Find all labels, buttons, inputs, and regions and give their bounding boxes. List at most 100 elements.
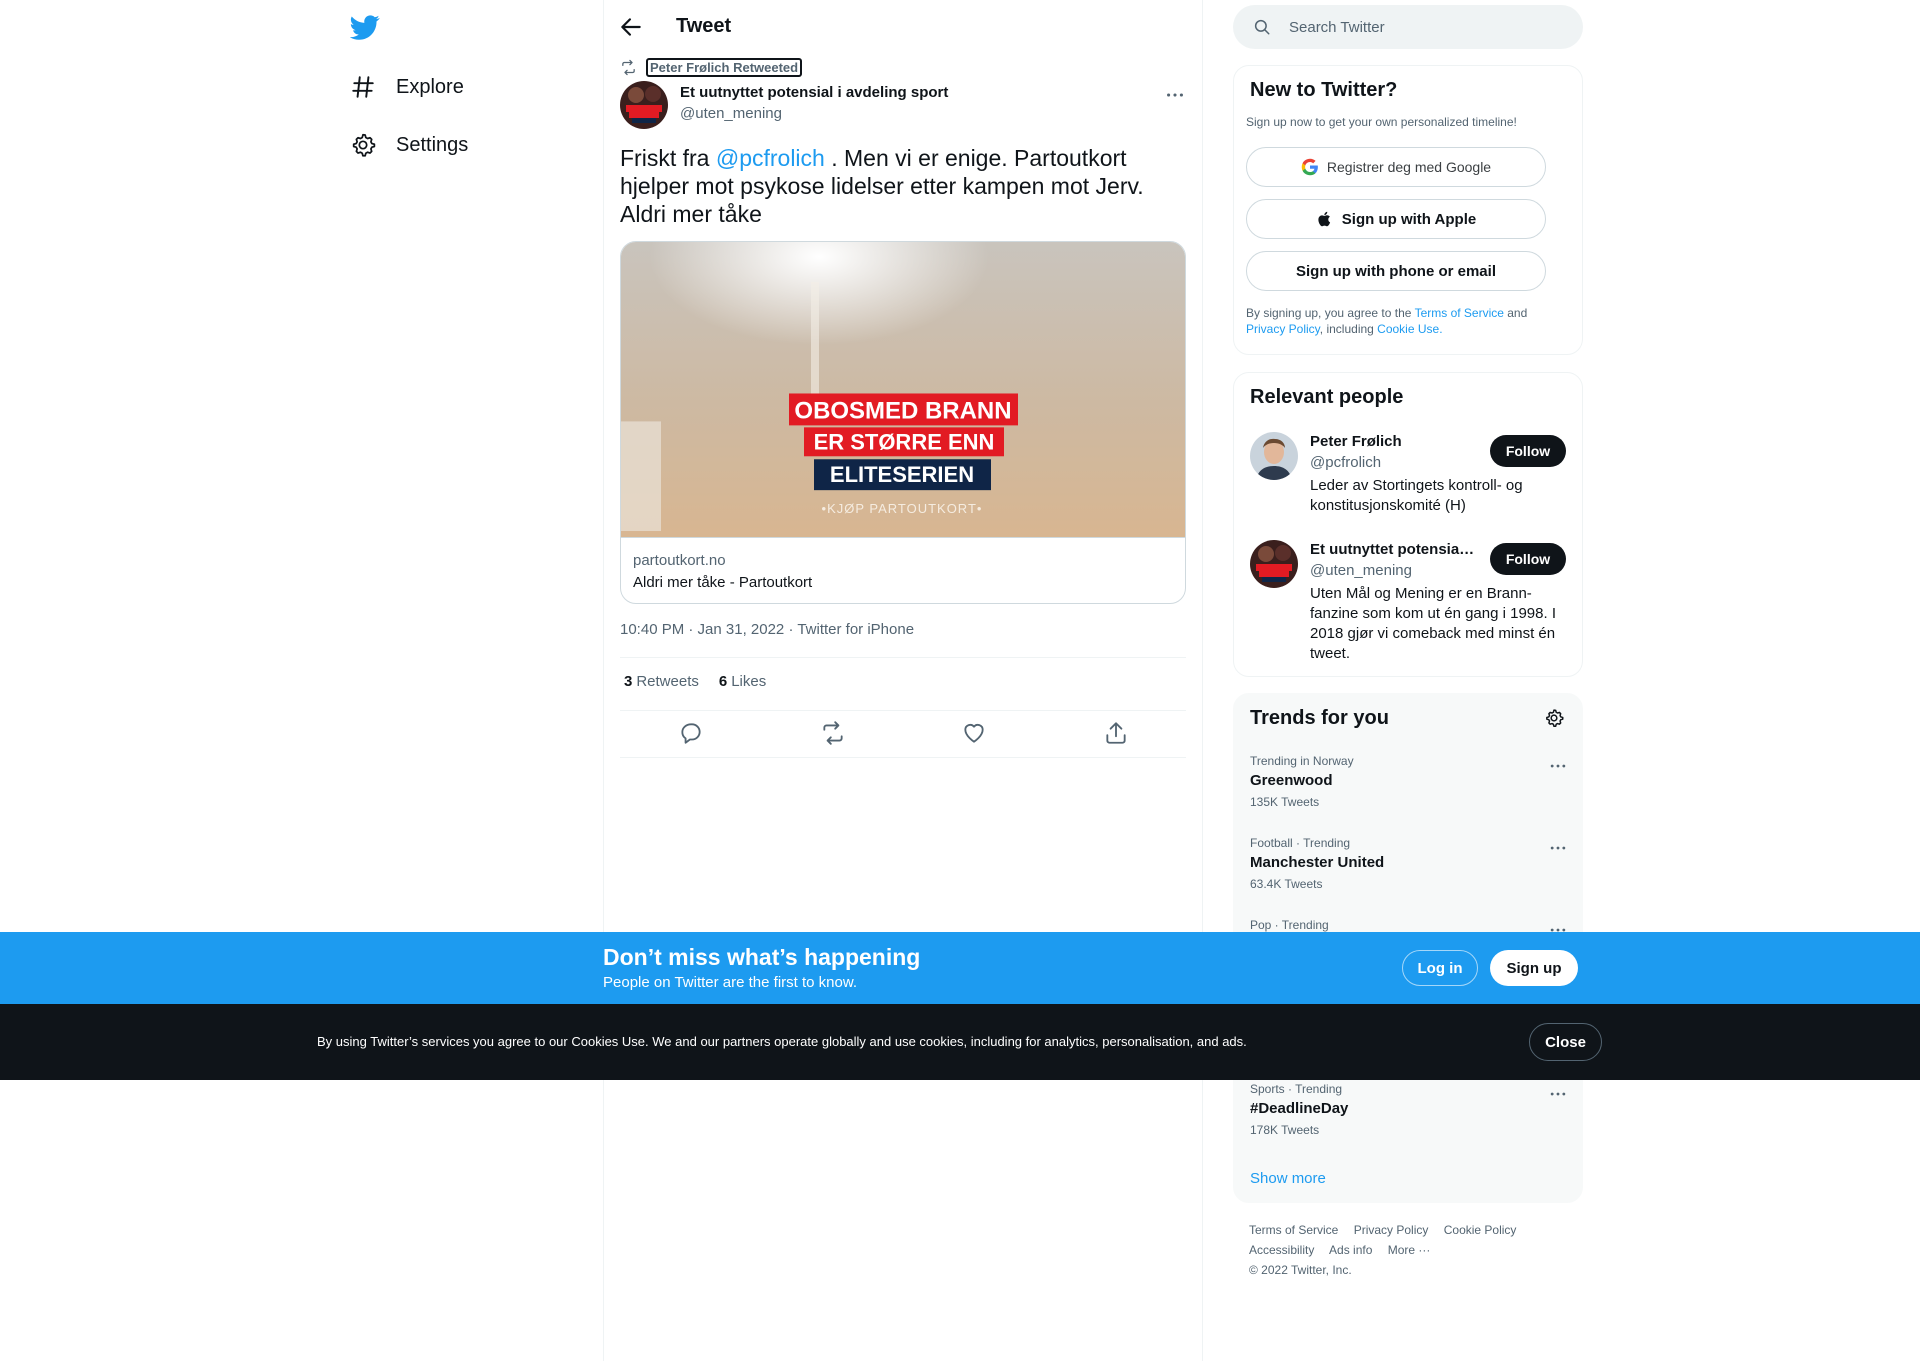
like-heart-icon[interactable] — [961, 720, 987, 746]
footer-link-cookie[interactable]: Cookie Policy — [1444, 1223, 1517, 1237]
new-to-twitter-panel: New to Twitter? Sign up now to get your … — [1233, 65, 1583, 355]
person-avatar[interactable] — [1250, 540, 1298, 588]
gear-icon — [352, 133, 376, 157]
divider — [620, 657, 1186, 658]
tweet-actions — [620, 720, 1186, 748]
tweet-timestamp[interactable]: 10:40 PM · Jan 31, 2022 · Twitter for iP… — [620, 621, 914, 638]
author-handle[interactable]: @uten_mening — [680, 105, 782, 122]
trends-title: Trends for you — [1250, 707, 1389, 729]
new-to-twitter-title: New to Twitter? — [1250, 79, 1398, 101]
google-signup-button[interactable]: Registrer deg med Google — [1246, 147, 1546, 187]
person-avatar-image — [1250, 432, 1298, 480]
retweet-icon[interactable] — [820, 720, 846, 746]
terms-of-service-link[interactable]: Terms of Service — [1415, 306, 1504, 320]
more-options-icon[interactable] — [1548, 756, 1568, 776]
person-bio: Uten Mål og Mening er en Brann-fanzine s… — [1310, 585, 1556, 662]
cookie-use-link[interactable]: Cookie Use. — [1377, 322, 1442, 336]
retweets-stat[interactable]: 3 Retweets — [624, 673, 699, 690]
tweet-text-start: Friskt fra — [620, 145, 716, 171]
tweet-text: Friskt fra @pcfrolich . Men vi er enige.… — [620, 144, 1190, 228]
more-options-icon[interactable] — [1548, 838, 1568, 858]
mention-link[interactable]: @pcfrolich — [716, 145, 825, 171]
log-in-button[interactable]: Log in — [1402, 950, 1478, 986]
author-name[interactable]: Et uutnyttet potensial i avdeling sport — [680, 84, 948, 101]
apple-signup-button[interactable]: Sign up with Apple — [1246, 199, 1546, 239]
nav-label-explore: Explore — [396, 75, 464, 98]
legal-text-part: By signing up, you agree to the — [1246, 306, 1415, 320]
privacy-policy-link[interactable]: Privacy Policy — [1246, 322, 1320, 336]
sidebar-footer: Terms of Service Privacy Policy Cookie P… — [1249, 1220, 1569, 1280]
google-signup-label: Registrer deg med Google — [1326, 159, 1492, 175]
card-title: Aldri mer tåke - Partoutkort — [633, 574, 813, 591]
footer-link-more[interactable]: More ··· — [1388, 1243, 1431, 1257]
legal-text-part: and — [1503, 306, 1528, 320]
trend-count: 135K Tweets — [1250, 795, 1320, 809]
trend-count: 178K Tweets — [1250, 1123, 1320, 1137]
card-image: OBOSMED BRANN ER STØRRE ENN ELITESERIEN … — [621, 242, 1185, 538]
author-avatar[interactable] — [620, 81, 668, 129]
apple-signup-label: Sign up with Apple — [1341, 210, 1477, 228]
trend-item[interactable]: Trending in Norway Greenwood 135K Tweets — [1250, 754, 1568, 824]
trend-context: Trending in Norway — [1250, 754, 1354, 768]
nav-item-settings[interactable]: Settings — [350, 125, 468, 165]
search-input[interactable] — [1289, 5, 1569, 49]
retweets-label: Retweets — [636, 673, 699, 690]
divider — [620, 757, 1186, 758]
relevant-people-panel: Relevant people Peter Frølich @pcfrolich… — [1233, 372, 1583, 677]
main-column: Tweet Peter Frølich Retweeted Et uutnytt… — [603, 0, 1203, 1361]
login-bar-subtitle: People on Twitter are the first to know. — [603, 974, 858, 991]
person-avatar[interactable] — [1250, 432, 1298, 480]
person-handle[interactable]: @pcfrolich — [1310, 454, 1381, 471]
person-name[interactable]: Peter Frølich — [1310, 433, 1475, 450]
login-prompt-bar: Don’t miss what’s happening People on Tw… — [0, 932, 1920, 1004]
nav-item-explore[interactable]: Explore — [350, 67, 464, 107]
card-banner-sub: •KJØP PARTOUTKORT• — [822, 501, 983, 516]
trend-item[interactable]: Sports · Trending #DeadlineDay 178K Twee… — [1250, 1082, 1568, 1152]
gear-icon[interactable] — [1544, 708, 1564, 728]
card-domain: partoutkort.no — [633, 552, 726, 569]
tweet-stats: 3 Retweets 6 Likes — [624, 673, 766, 690]
search-box[interactable] — [1233, 5, 1583, 49]
retweeted-by-link[interactable]: Peter Frølich Retweeted — [646, 58, 803, 77]
search-icon — [1254, 19, 1270, 35]
more-options-icon[interactable] — [1164, 84, 1186, 106]
likes-label: Likes — [731, 673, 767, 690]
likes-stat[interactable]: 6 Likes — [719, 673, 766, 690]
google-logo-icon — [1301, 158, 1318, 176]
trend-item[interactable]: Football · Trending Manchester United 63… — [1250, 836, 1568, 906]
trend-context: Football · Trending — [1250, 836, 1351, 850]
nav-label-settings: Settings — [396, 133, 469, 156]
legal-text-part: , including — [1319, 322, 1378, 336]
footer-copyright: © 2022 Twitter, Inc. — [1249, 1263, 1352, 1277]
person-name[interactable]: Et uutnyttet potensial i avdeling sport — [1310, 541, 1475, 558]
reply-icon[interactable] — [678, 720, 704, 746]
share-icon[interactable] — [1103, 720, 1129, 746]
follow-button[interactable]: Follow — [1490, 543, 1566, 575]
footer-link-privacy[interactable]: Privacy Policy — [1354, 1223, 1429, 1237]
back-arrow-icon[interactable] — [618, 14, 644, 40]
footer-link-accessibility[interactable]: Accessibility — [1249, 1243, 1314, 1257]
cookie-consent-bar: By using Twitter’s services you agree to… — [0, 1004, 1920, 1080]
more-options-icon[interactable] — [1548, 1084, 1568, 1104]
phone-email-signup-label: Sign up with phone or email — [1295, 262, 1496, 280]
footer-link-terms[interactable]: Terms of Service — [1249, 1223, 1338, 1237]
main-header: Tweet — [604, 0, 1202, 53]
sign-up-button[interactable]: Sign up — [1490, 950, 1578, 986]
show-more-link[interactable]: Show more — [1250, 1170, 1326, 1187]
trend-name: #DeadlineDay — [1250, 1100, 1349, 1117]
footer-link-ads-info[interactable]: Ads info — [1329, 1243, 1372, 1257]
login-bar-title: Don’t miss what’s happening — [603, 944, 921, 970]
new-to-twitter-subtitle: Sign up now to get your own personalized… — [1246, 115, 1517, 129]
person-handle[interactable]: @uten_mening — [1310, 562, 1412, 579]
hashtag-icon — [352, 76, 374, 98]
cookie-close-button[interactable]: Close — [1529, 1023, 1602, 1061]
person-avatar-image — [1250, 540, 1298, 588]
retweet-icon — [622, 59, 635, 76]
cookie-text: By using Twitter’s services you agree to… — [317, 1034, 1247, 1049]
link-card[interactable]: OBOSMED BRANN ER STØRRE ENN ELITESERIEN … — [620, 241, 1186, 604]
follow-button[interactable]: Follow — [1490, 435, 1566, 467]
trend-name: Manchester United — [1250, 854, 1385, 871]
twitter-logo-icon[interactable] — [350, 12, 380, 42]
author-avatar-image — [620, 81, 668, 129]
phone-email-signup-button[interactable]: Sign up with phone or email — [1246, 251, 1546, 291]
